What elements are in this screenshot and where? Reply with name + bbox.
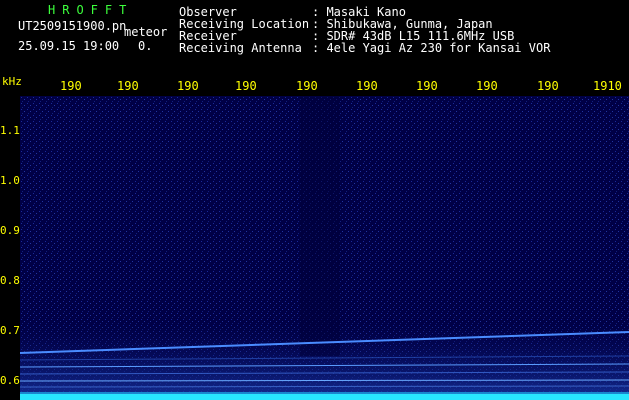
waterfall-canvas: [20, 96, 629, 400]
bottom-carrier: [20, 394, 629, 400]
freq-tick-1-0: 1.0: [0, 174, 20, 187]
dark-band: [300, 96, 340, 356]
time-tick-4: 190: [235, 79, 257, 93]
field-antenna-value: : 4ele Yagi Az 230 for Kansai VOR: [312, 41, 551, 55]
time-tick-7: 190: [416, 79, 438, 93]
freq-tick-0-7: 0.7: [0, 324, 20, 337]
freq-tick-1-1: 1.1: [0, 124, 20, 137]
time-tick-9: 190: [537, 79, 559, 93]
meteor-label: meteor: [124, 25, 168, 39]
frequency-axis: [0, 96, 20, 400]
time-tick-3: 190: [177, 79, 199, 93]
datetime-label: 25.09.15 19:00: [18, 39, 120, 53]
waterfall-spectrogram: [20, 96, 629, 400]
freq-tick-0-9: 0.9: [0, 224, 20, 237]
filename-label: UT2509151900.pn: [18, 19, 127, 33]
bottom-carrier-edge: [20, 392, 629, 394]
time-tick-10: 1910: [593, 79, 622, 93]
app-title: HROFFT: [48, 3, 134, 17]
meteor-count: 0.: [138, 39, 153, 53]
time-tick-5: 190: [296, 79, 318, 93]
header-panel: HROFFT UT2509151900.pn meteor 25.09.15 1…: [0, 0, 629, 74]
freq-tick-0-6: 0.6: [0, 374, 20, 387]
freq-tick-0-8: 0.8: [0, 274, 20, 287]
time-tick-2: 190: [117, 79, 139, 93]
time-tick-8: 190: [476, 79, 498, 93]
time-tick-6: 190: [356, 79, 378, 93]
unit-label: kHz: [2, 75, 22, 88]
field-antenna-label: Receiving Antenna: [179, 41, 302, 55]
time-tick-1: 190: [60, 79, 82, 93]
